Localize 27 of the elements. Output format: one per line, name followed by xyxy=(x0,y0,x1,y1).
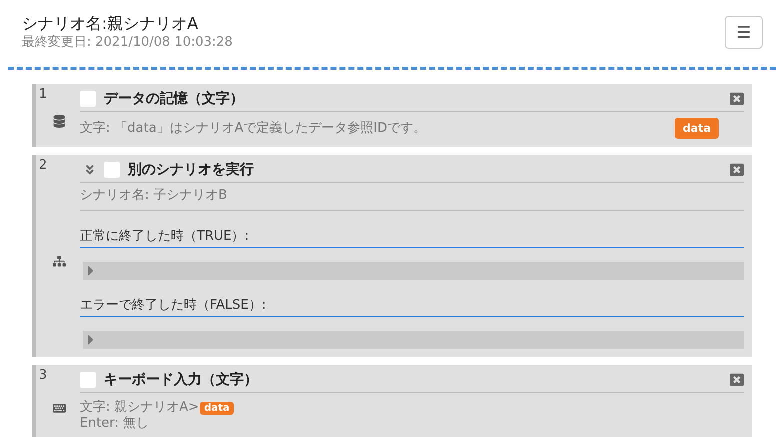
scenario-title: シナリオ名:親シナリオA xyxy=(22,14,200,34)
step-title: キーボード入力（文字） xyxy=(104,371,259,389)
step-title: データの記憶（文字） xyxy=(104,90,245,108)
database-icon xyxy=(53,114,66,128)
data-tag: data xyxy=(200,402,234,414)
step-detail: Enter: 無し xyxy=(80,416,150,432)
close-icon[interactable] xyxy=(730,163,744,177)
step-checkbox[interactable] xyxy=(80,372,96,388)
step-number: 1 xyxy=(39,87,48,103)
step-checkbox[interactable] xyxy=(80,91,96,107)
step-detail: シナリオ名: 子シナリオB xyxy=(80,188,228,204)
step-checkbox[interactable] xyxy=(104,162,120,178)
step-number: 2 xyxy=(39,158,48,174)
step-title: 別のシナリオを実行 xyxy=(128,161,255,179)
last-modified: 最終変更日: 2021/10/08 10:03:28 xyxy=(22,34,233,52)
branch-label: エラーで終了した時（FALSE）: xyxy=(80,280,744,317)
step-number: 3 xyxy=(39,368,48,384)
sitemap-icon xyxy=(53,255,66,268)
step-detail: 文字: 「data」はシナリオAで定義したデータ参照IDです。 xyxy=(80,120,427,136)
expand-icon[interactable] xyxy=(84,164,96,176)
step-detail: 文字: 親シナリオA> xyxy=(80,400,200,416)
branch-label: 正常に終了した時（TRUE）: xyxy=(80,211,744,248)
close-icon[interactable] xyxy=(730,92,744,106)
keyboard-icon xyxy=(53,402,66,414)
close-icon[interactable] xyxy=(730,373,744,387)
menu-button[interactable]: ☰ xyxy=(725,16,763,49)
data-tag: data xyxy=(675,118,719,139)
